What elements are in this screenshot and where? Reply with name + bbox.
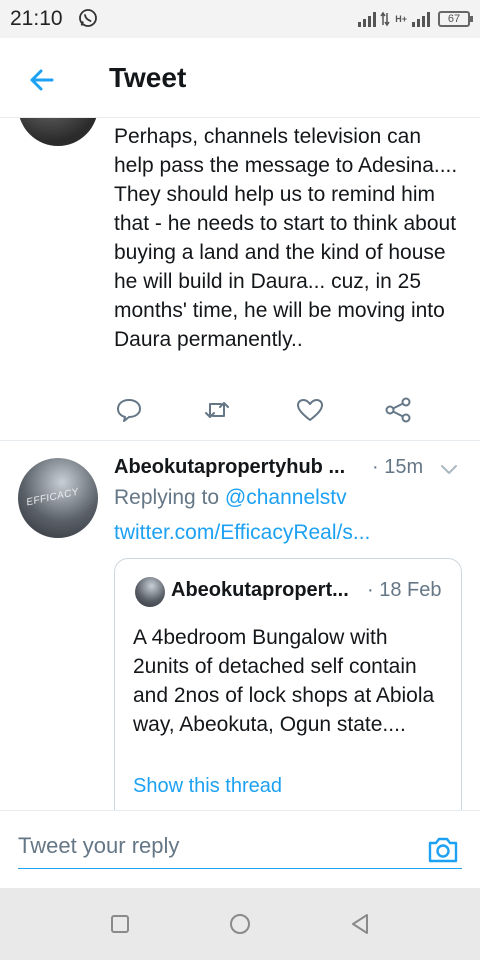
replying-prefix: Replying to <box>114 486 225 509</box>
data-transfer-icon <box>380 11 390 27</box>
show-thread-link[interactable]: Show this thread <box>133 775 282 798</box>
mention-link[interactable]: @channelstv <box>225 486 347 509</box>
reply-bar <box>0 810 480 888</box>
avatar[interactable] <box>18 118 98 146</box>
battery-level: 67 <box>447 13 461 25</box>
author-name[interactable]: Abeokutapropertyhub ... <box>114 456 345 479</box>
avatar-logo-text: EFFICACY <box>25 486 81 509</box>
quote-time: · 18 Feb <box>367 579 442 601</box>
tweet-actions <box>114 396 414 424</box>
status-time: 21:10 <box>10 7 63 30</box>
quote-author-name: Abeokutapropert... <box>171 579 349 601</box>
retweet-icon[interactable] <box>202 396 232 424</box>
avatar <box>135 577 165 607</box>
camera-icon[interactable] <box>426 833 460 867</box>
tweet-thread[interactable]: Perhaps, channels television can help pa… <box>0 118 480 810</box>
quote-text: A 4bedroom Bungalow with 2units of detac… <box>133 626 435 736</box>
status-indicators: H+ 67 <box>358 8 473 30</box>
share-icon[interactable] <box>383 396 413 424</box>
quoted-tweet[interactable]: Abeokutapropert... · 18 Feb A 4bedroom B… <box>114 558 462 810</box>
tweet-link[interactable]: twitter.com/EfficacyReal/s... <box>114 521 370 545</box>
chevron-down-icon[interactable] <box>438 458 460 480</box>
page-title: Tweet <box>109 62 187 93</box>
recent-apps-icon[interactable] <box>106 910 134 938</box>
status-bar: 21:10 H+ 67 <box>0 0 480 38</box>
reply-icon[interactable] <box>114 396 144 424</box>
like-icon[interactable] <box>295 396 325 424</box>
battery-icon: 67 <box>438 11 473 27</box>
divider <box>0 440 480 441</box>
avatar[interactable]: EFFICACY <box>18 458 98 538</box>
network-type-label: H+ <box>395 13 407 24</box>
tweet-time: · 15m <box>372 456 424 478</box>
system-nav-bar <box>0 888 480 960</box>
app-header: Tweet <box>0 38 480 118</box>
arrow-left-icon[interactable] <box>22 60 62 100</box>
home-icon[interactable] <box>226 910 254 938</box>
reply-input[interactable] <box>18 823 462 869</box>
signal-icon-2 <box>412 11 430 27</box>
signal-icon <box>358 11 377 27</box>
tweet-text: Perhaps, channels television can help pa… <box>114 125 458 351</box>
back-triangle-icon[interactable] <box>346 910 374 938</box>
replying-to: Replying to @channelstv <box>114 486 347 510</box>
whatsapp-icon <box>79 9 97 27</box>
